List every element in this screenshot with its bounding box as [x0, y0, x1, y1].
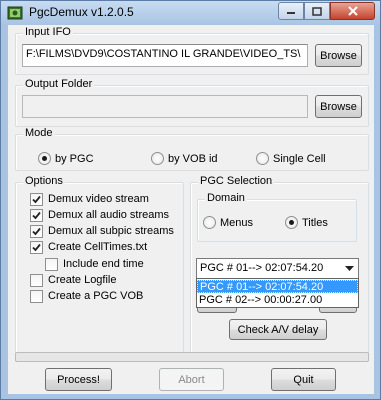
mode-legend: Mode	[23, 127, 55, 139]
window-title: PgcDemux v1.2.0.5	[29, 5, 134, 19]
check-av-delay-button[interactable]: Check A/V delay	[229, 319, 327, 340]
process-button[interactable]: Process!	[45, 368, 112, 391]
domain-menus-label[interactable]: Menus	[220, 217, 253, 229]
create-pgc-vob-checkbox[interactable]	[30, 290, 43, 303]
input-ifo-path-field[interactable]: F:\FILMS\DVD9\COSTANTINO IL GRANDE\VIDEO…	[22, 44, 308, 67]
maximize-button[interactable]	[304, 2, 330, 20]
maximize-icon	[312, 6, 322, 16]
app-icon	[7, 6, 23, 20]
checkmark-icon	[32, 243, 41, 252]
input-ifo-legend: Input IFO	[23, 26, 73, 38]
quit-button[interactable]: Quit	[271, 368, 336, 391]
demux-audio-label[interactable]: Demux all audio streams	[48, 209, 169, 221]
create-pgc-vob-label[interactable]: Create a PGC VOB	[48, 290, 143, 302]
pgc-dropdown-item[interactable]: PGC # 02--> 00:00:27.00	[197, 294, 358, 307]
checkmark-icon	[32, 227, 41, 236]
progress-bar	[15, 352, 369, 362]
output-folder-legend: Output Folder	[23, 78, 95, 90]
mode-by-vob-label[interactable]: by VOB id	[168, 153, 218, 165]
output-folder-field[interactable]	[22, 95, 308, 118]
chevron-down-icon[interactable]	[341, 259, 358, 278]
app-window: PgcDemux v1.2.0.5 Input IFO F:\FILMS\DVD…	[0, 0, 381, 400]
title-bar[interactable]: PgcDemux v1.2.0.5	[1, 1, 380, 25]
demux-subpic-label[interactable]: Demux all subpic streams	[48, 225, 174, 237]
pgc-combo[interactable]: PGC # 01--> 02:07:54.20	[196, 258, 359, 279]
pgc-dropdown-item[interactable]: PGC # 01--> 02:07:54.20	[197, 280, 358, 293]
pgc-dropdown-list: PGC # 01--> 02:07:54.20 PGC # 02--> 00:0…	[196, 278, 359, 308]
mode-by-vob-radio[interactable]	[151, 152, 164, 165]
create-logfile-checkbox[interactable]	[30, 274, 43, 287]
abort-button[interactable]: Abort	[159, 368, 224, 391]
domain-menus-radio[interactable]	[203, 216, 216, 229]
minimize-button[interactable]	[278, 2, 304, 20]
demux-video-label[interactable]: Demux video stream	[48, 193, 149, 205]
include-end-time-checkbox[interactable]	[45, 258, 58, 271]
demux-subpic-checkbox[interactable]	[30, 225, 43, 238]
domain-titles-label[interactable]: Titles	[302, 217, 328, 229]
create-celltimes-label[interactable]: Create CellTimes.txt	[48, 241, 147, 253]
create-celltimes-checkbox[interactable]	[30, 241, 43, 254]
include-end-time-label[interactable]: Include end time	[63, 258, 144, 270]
options-legend: Options	[23, 175, 65, 187]
domain-titles-radio[interactable]	[285, 216, 298, 229]
close-icon	[347, 6, 358, 16]
client-area: Input IFO F:\FILMS\DVD9\COSTANTINO IL GR…	[8, 25, 374, 394]
minimize-icon	[287, 12, 295, 14]
mode-by-pgc-radio[interactable]	[38, 152, 51, 165]
demux-audio-checkbox[interactable]	[30, 209, 43, 222]
input-browse-button[interactable]: Browse	[315, 44, 362, 67]
mode-by-pgc-label[interactable]: by PGC	[55, 153, 94, 165]
mode-single-cell-label[interactable]: Single Cell	[273, 153, 326, 165]
demux-video-checkbox[interactable]	[30, 193, 43, 206]
close-button[interactable]	[330, 2, 375, 20]
mode-single-cell-radio[interactable]	[256, 152, 269, 165]
domain-legend: Domain	[205, 192, 247, 204]
pgc-combo-value: PGC # 01--> 02:07:54.20	[200, 262, 324, 274]
create-logfile-label[interactable]: Create Logfile	[48, 274, 117, 286]
output-browse-button[interactable]: Browse	[315, 95, 362, 118]
checkmark-icon	[32, 195, 41, 204]
pgc-selection-legend: PGC Selection	[198, 175, 275, 187]
checkmark-icon	[32, 211, 41, 220]
